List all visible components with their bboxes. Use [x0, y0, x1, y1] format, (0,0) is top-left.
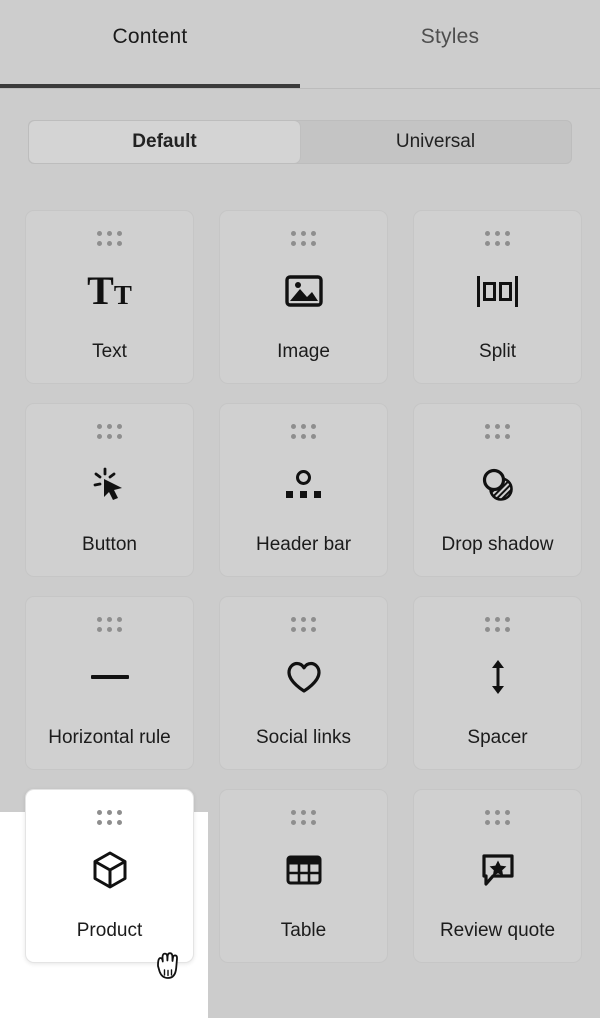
block-card-label: Button	[82, 534, 137, 555]
block-grid: TT Text Image Split Button Header bar Dr…	[0, 210, 600, 963]
block-card-horizontal-rule[interactable]: Horizontal rule	[25, 596, 194, 770]
tab-styles[interactable]: Styles	[300, 0, 600, 89]
block-card-label: Horizontal rule	[48, 727, 171, 748]
block-card-label: Review quote	[439, 920, 556, 941]
drop-shadow-icon	[414, 433, 581, 535]
block-card-product[interactable]: Product	[25, 789, 194, 963]
block-card-label: Header bar	[255, 534, 352, 555]
block-card-label: Product	[76, 920, 143, 941]
block-card-social-links[interactable]: Social links	[219, 596, 388, 770]
block-card-label: Social links	[255, 727, 352, 748]
split-icon	[414, 240, 581, 342]
block-card-text[interactable]: TT Text	[25, 210, 194, 384]
block-card-header-bar[interactable]: Header bar	[219, 403, 388, 577]
segment-default[interactable]: Default	[29, 121, 300, 163]
block-card-button[interactable]: Button	[25, 403, 194, 577]
image-icon	[220, 240, 387, 342]
block-card-label: Spacer	[467, 727, 528, 748]
tab-styles-label: Styles	[420, 25, 480, 48]
segment-universal-label: Universal	[395, 131, 476, 152]
horizontal-rule-icon	[26, 626, 193, 728]
cursor-click-icon	[26, 433, 193, 535]
vertical-arrow-icon	[414, 626, 581, 728]
segment-universal[interactable]: Universal	[300, 121, 571, 163]
segment-default-label: Default	[132, 131, 197, 152]
header-bar-icon	[220, 433, 387, 535]
block-card-label: Drop shadow	[441, 534, 554, 555]
cube-icon	[26, 819, 193, 921]
block-picker-panel: Content Styles Default Universal TT Text…	[0, 0, 600, 1018]
block-card-label: Text	[92, 341, 127, 362]
block-card-drop-shadow[interactable]: Drop shadow	[413, 403, 582, 577]
table-grid-icon	[220, 819, 387, 921]
block-card-label: Split	[479, 341, 516, 362]
block-card-split[interactable]: Split	[413, 210, 582, 384]
block-card-label: Image	[277, 341, 330, 362]
block-card-image[interactable]: Image	[219, 210, 388, 384]
speech-star-icon	[414, 819, 581, 921]
segmented-control: Default Universal	[28, 120, 572, 164]
panel-tabs: Content Styles	[0, 0, 600, 89]
block-card-label: Table	[280, 920, 327, 941]
active-tab-indicator	[0, 84, 300, 88]
heart-icon	[220, 626, 387, 728]
block-card-review-quote[interactable]: Review quote	[413, 789, 582, 963]
block-card-table[interactable]: Table	[219, 789, 388, 963]
block-card-spacer[interactable]: Spacer	[413, 596, 582, 770]
tab-content-label: Content	[112, 25, 188, 48]
tab-content[interactable]: Content	[0, 0, 300, 89]
text-tt-icon: TT	[87, 268, 132, 313]
segmented-control-wrap: Default Universal	[0, 89, 600, 164]
